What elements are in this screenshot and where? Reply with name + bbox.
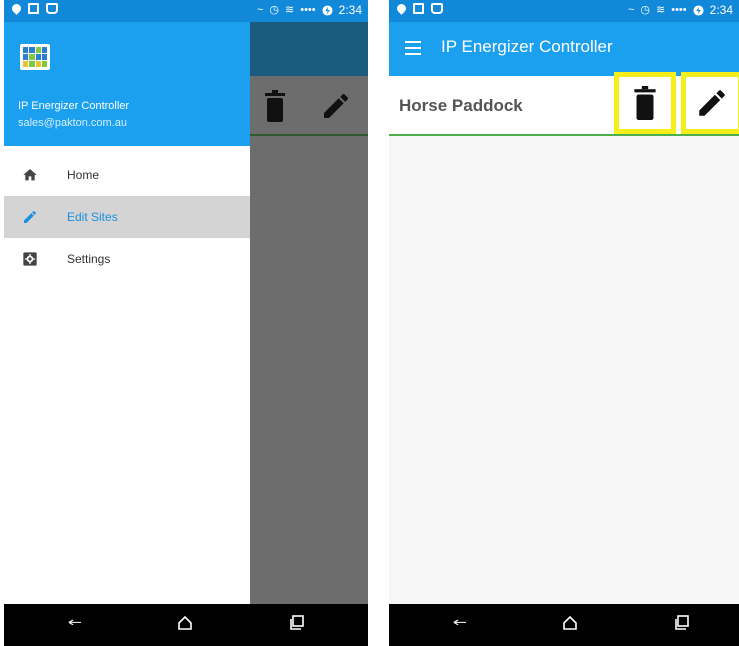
delete-button[interactable] [614,72,676,134]
edit-button[interactable] [681,72,739,134]
dimmed-app-bar [250,22,368,76]
app-logo-icon [20,44,50,70]
wifi-icon: ≋ [656,4,666,16]
right-phone-screen: ~ ◷ ≋ •••• 2:34 IP Energizer Controller … [389,0,739,646]
drawer-app-name: IP Energizer Controller [18,100,130,112]
trash-icon [634,86,656,120]
menu-item-home[interactable]: Home [4,154,250,196]
battery-icon [322,4,333,16]
signal-icon: ~ [256,4,264,16]
menu-item-edit-sites[interactable]: Edit Sites [4,196,250,238]
android-nav-bar [4,604,368,646]
android-nav-bar [389,604,739,646]
back-icon[interactable] [66,614,84,632]
cell-signal-icon: •••• [300,4,316,16]
left-phone-screen: ~ ◷ ≋ •••• 2:34 IP Energizer Controller … [4,0,368,646]
status-time: 2:34 [338,3,362,17]
status-time: 2:34 [709,3,733,17]
signal-icon: ~ [627,4,635,16]
menu-item-label: Home [67,168,100,182]
home-icon [23,169,37,181]
alarm-icon: ◷ [269,4,280,16]
home-nav-icon[interactable] [176,614,194,632]
menu-item-label: Edit Sites [67,210,118,224]
app-bar: IP Energizer Controller [389,22,739,76]
site-title: Horse Paddock [399,96,523,115]
cell-signal-icon: •••• [671,4,687,16]
drawer-email: sales@pakton.com.au [18,117,128,129]
site-header: Horse Paddock [389,72,739,134]
drawer-menu: Home Edit Sites Settings [4,154,250,280]
menu-item-settings[interactable]: Settings [4,238,250,280]
recents-icon[interactable] [288,614,306,632]
back-icon[interactable] [451,614,469,632]
status-bar: ~ ◷ ≋ •••• 2:34 [389,0,739,22]
hamburger-menu-icon[interactable] [405,41,421,55]
location-icon [395,2,408,15]
settings-icon [23,252,37,266]
alarm-icon: ◷ [640,4,651,16]
recents-icon[interactable] [673,614,691,632]
status-bar: ~ ◷ ≋ •••• 2:34 [4,0,368,22]
image-icon [413,3,424,14]
navigation-drawer: IP Energizer Controller sales@pakton.com… [4,22,250,604]
dimmed-trash-icon [265,90,285,122]
site-content-area [389,136,739,604]
home-nav-icon[interactable] [561,614,579,632]
image-icon [28,3,39,14]
drawer-header: IP Energizer Controller sales@pakton.com… [4,22,250,146]
location-icon [10,2,23,15]
drawer-scrim[interactable] [250,22,368,604]
wifi-icon: ≋ [285,4,295,16]
app-title: IP Energizer Controller [441,37,613,56]
pencil-icon [699,90,725,116]
menu-item-label: Settings [67,252,111,266]
dimmed-pencil-icon [324,93,349,118]
gamepad-icon [431,3,443,14]
dimmed-underline [250,134,368,136]
battery-icon [693,4,704,16]
gamepad-icon [46,3,58,14]
pencil-icon [24,210,37,223]
